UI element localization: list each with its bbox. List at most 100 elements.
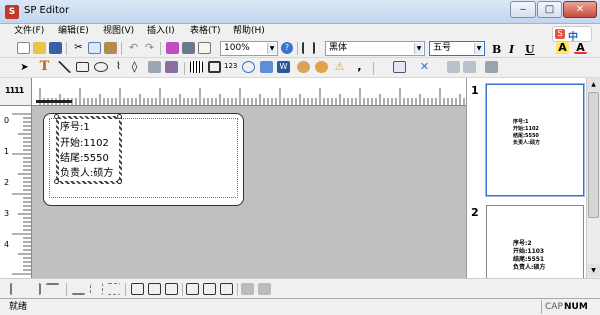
resize-handle[interactable] (54, 179, 59, 184)
separator (66, 283, 67, 296)
resize-handle[interactable] (54, 114, 59, 119)
ruler-ticks: 0 1 2 3 4 (4, 113, 31, 275)
page-thumbnail[interactable]: 序号:2 开始:1103 结尾:5551 负责人:硕方 (486, 205, 584, 280)
lock-icon[interactable] (485, 61, 498, 73)
align-vertical-icon[interactable] (302, 42, 315, 54)
undo-icon[interactable]: ↶ (127, 42, 140, 54)
zoom-value: 100% (224, 43, 250, 53)
separator (121, 42, 122, 55)
open-folder-icon[interactable] (33, 42, 46, 54)
underline-button[interactable]: U (525, 43, 535, 56)
serial-number-icon[interactable]: 123 (224, 62, 237, 74)
center-vertical-icon[interactable] (107, 283, 120, 295)
person-icon[interactable] (315, 61, 328, 73)
barcode-icon[interactable] (190, 61, 203, 73)
label-line-end: 结尾:5550 (60, 153, 109, 164)
layout-alt-icon[interactable] (463, 61, 476, 73)
redo-icon[interactable]: ↷ (143, 42, 156, 54)
line-tool-icon[interactable] (58, 61, 71, 73)
polygon-tool-icon[interactable]: ⌇ (112, 61, 125, 73)
distribute-v3-icon[interactable] (220, 283, 233, 295)
ruler-label: 2 (4, 178, 9, 187)
thumbnail-line: 负责人:硕方 (513, 264, 546, 271)
help-icon[interactable]: ? (281, 42, 293, 54)
menu-help[interactable]: 帮助(H) (233, 24, 265, 39)
resize-handle[interactable] (117, 114, 122, 119)
face-icon[interactable] (297, 61, 310, 73)
cut-icon[interactable]: ✂ (72, 42, 85, 54)
distribute-v2-icon[interactable] (203, 283, 216, 295)
ruler-label: 4 (4, 240, 9, 249)
ruler-label: 1 (4, 147, 9, 156)
delete-object-icon[interactable]: ✕ (418, 61, 431, 73)
font-size-select[interactable]: 五号 ▼ (429, 41, 485, 56)
scroll-down-icon[interactable]: ▼ (587, 264, 600, 277)
app-logo-icon: S (5, 5, 19, 19)
page-number: 2 (471, 206, 479, 219)
page-thumbnail[interactable]: 序号:1 开始:1102 结尾:5550 负责人:硕方 (486, 84, 584, 196)
window-title: SP Editor (24, 5, 70, 16)
ellipse-tool-icon[interactable] (94, 62, 108, 72)
copy-icon[interactable] (88, 42, 101, 54)
distribute-h-icon[interactable] (131, 283, 144, 295)
ruler-label: 0 (4, 116, 9, 125)
zoom-select[interactable]: 100% ▼ (220, 41, 278, 56)
horizontal-ruler (32, 78, 466, 106)
minimize-button[interactable]: ‒ (510, 1, 536, 18)
align-left-icon[interactable] (10, 283, 23, 295)
word-import-icon[interactable]: W (277, 61, 290, 73)
pointer-icon[interactable]: ➤ (18, 62, 31, 74)
italic-button[interactable]: I (509, 43, 514, 56)
save-icon[interactable] (49, 42, 62, 54)
align-right-icon[interactable] (28, 283, 41, 295)
align-bottom-icon[interactable] (72, 283, 85, 295)
border-style-icon[interactable] (393, 61, 406, 73)
font-name-select[interactable]: 黑体 ▼ (325, 41, 425, 56)
maximize-button[interactable]: □ (537, 1, 562, 18)
image-tool-icon[interactable] (148, 61, 161, 73)
highlight-icon[interactable]: A (556, 42, 569, 54)
distribute-h2-icon[interactable] (148, 283, 161, 295)
picture-tool-icon[interactable] (165, 61, 178, 73)
ungroup-icon[interactable] (258, 283, 271, 295)
qrcode-icon[interactable] (208, 61, 221, 73)
chevron-down-icon: ▼ (414, 43, 423, 54)
thumbnail-scrollbar[interactable]: ▲ ▼ (586, 78, 600, 278)
text-tool-icon[interactable]: T (38, 60, 51, 73)
page-thumbnail-panel: 1 序号:1 开始:1102 结尾:5550 负责人:硕方 2 序号:2 开始:… (466, 78, 600, 280)
resize-handle[interactable] (117, 179, 122, 184)
menu-edit[interactable]: 编辑(E) (58, 24, 89, 39)
paste-icon[interactable] (104, 42, 117, 54)
clock-icon[interactable] (242, 61, 255, 73)
ruler-label: 3 (4, 209, 9, 218)
caps-lock-indicator: CAP (541, 300, 563, 314)
menu-file[interactable]: 文件(F) (14, 24, 44, 39)
menu-table[interactable]: 表格(T) (190, 24, 221, 39)
print-setup-icon[interactable] (166, 42, 179, 54)
bold-button[interactable]: B (492, 43, 501, 56)
distribute-h3-icon[interactable] (165, 283, 178, 295)
ime-bar[interactable]: S 中 (552, 26, 592, 43)
print-preview-icon[interactable] (198, 42, 211, 54)
print-icon[interactable] (182, 42, 195, 54)
fill-tool-icon[interactable]: ◊ (128, 61, 141, 73)
layout-icon[interactable] (447, 61, 460, 73)
close-button[interactable]: ✕ (563, 1, 597, 18)
align-top-icon[interactable] (46, 283, 59, 295)
new-file-icon[interactable] (17, 42, 30, 54)
scroll-thumb[interactable] (588, 92, 599, 218)
comma-icon[interactable]: , (353, 61, 366, 73)
center-horizontal-icon[interactable] (90, 283, 103, 295)
ruler-corner-label: 1111 (5, 86, 24, 95)
scroll-up-icon[interactable]: ▲ (587, 78, 600, 91)
menu-insert[interactable]: 插入(I) (147, 24, 175, 39)
warning-icon[interactable]: ⚠ (333, 61, 346, 73)
distribute-v-icon[interactable] (186, 283, 199, 295)
font-color-icon[interactable]: A (574, 42, 587, 54)
table-insert-icon[interactable] (260, 61, 273, 73)
group-icon[interactable] (241, 283, 254, 295)
font-size-value: 五号 (433, 43, 452, 53)
page-number: 1 (471, 84, 479, 97)
rectangle-tool-icon[interactable] (76, 62, 89, 72)
menu-view[interactable]: 视图(V) (103, 24, 134, 39)
